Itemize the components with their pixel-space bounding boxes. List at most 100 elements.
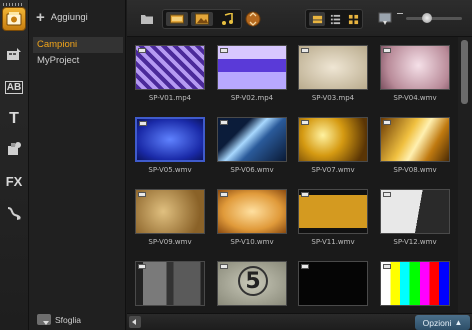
add-label: Aggiungi [50,12,88,23]
plus-icon: + [36,8,45,26]
scrollbar-thumb[interactable] [461,40,468,104]
browse-button[interactable]: Sfoglia [37,314,81,325]
thumbnail-caption: SP-V04.wmv [393,94,437,102]
video-badge-icon [138,264,146,269]
add-folder-button[interactable]: + Aggiungi [36,8,88,26]
thumbnail-image: 5 [217,261,287,306]
media-thumbnail[interactable] [298,261,368,306]
library-item-myproject[interactable]: MyProject [33,53,123,69]
thumbnail-caption: SP-V01.mp4 [148,94,192,102]
video-badge-icon [301,264,309,269]
thumbnail-image [135,45,205,90]
chevron-up-icon: ▲ [454,318,463,327]
thumbnail-caption: SP-V03.mp4 [311,94,355,102]
graphics-icon[interactable] [3,138,25,160]
media-thumbnail[interactable]: SP-V07.wmv [298,117,368,174]
thumbnail-image [217,189,287,234]
folder-icon[interactable] [139,10,155,28]
media-thumbnail[interactable]: SP-V09.wmv [135,189,205,246]
media-thumbnail[interactable]: SP-V01.mp4 [135,45,205,102]
thumbnail-caption: SP-V02.mp4 [230,94,274,102]
thumbnail-view-icon[interactable] [309,12,325,26]
thumbnail-caption: SP-V07.wmv [311,166,355,174]
thumbnail-image [298,261,368,306]
browse-icon [37,314,51,325]
browse-label: Sfoglia [55,314,81,325]
thumbnail-caption: SP-V10.wmv [230,238,274,246]
thumbnail-image [380,189,450,234]
video-filter-icon[interactable] [166,12,188,26]
zoom-slider-thumb[interactable] [422,13,433,23]
media-grid: SP-V01.mp4 SP-V02.mp4 SP-V03.mp4 SP-V04.wmv… [127,37,458,313]
photo-filter-icon[interactable] [191,12,213,26]
thumbnail-caption: SP-V08.wmv [393,166,437,174]
title-icon[interactable]: T [3,108,25,130]
thumbnail-image [135,261,205,306]
video-badge-icon [220,192,228,197]
thumbnail-caption: SP-V11.wmv [311,238,355,246]
video-badge-icon [383,264,391,269]
drag-grip[interactable] [3,3,23,6]
media-thumbnail[interactable]: SP-V10.wmv [217,189,287,246]
thumbnail-image [380,45,450,90]
grid-view-icon[interactable] [345,12,361,26]
thumbnail-image [217,45,287,90]
video-badge-icon [383,48,391,53]
video-badge-icon [220,120,228,125]
path-icon[interactable] [3,202,25,224]
media-toolbar [127,0,472,37]
media-thumbnail[interactable]: 5 [217,261,287,306]
video-badge-icon [301,48,309,53]
media-thumbnail[interactable]: SP-V04.wmv [380,45,450,102]
video-badge-icon [138,48,146,53]
media-thumbnail[interactable]: SP-V12.wmv [380,189,450,246]
video-badge-icon [220,48,228,53]
media-thumbnail[interactable]: SP-V02.mp4 [217,45,287,102]
video-badge-icon [138,192,146,197]
options-label: Opzioni [422,317,452,328]
media-filter-group [162,9,242,29]
sort-icon[interactable] [244,9,262,29]
audio-filter-icon[interactable] [216,12,238,26]
video-badge-icon [301,192,309,197]
media-thumbnail[interactable]: SP-V11.wmv [298,189,368,246]
media-icon[interactable] [3,8,25,30]
thumbnail-image [135,117,205,162]
media-thumbnail[interactable] [135,261,205,306]
bottom-bar: Opzioni ▲ [127,313,472,330]
thumbnail-caption: SP-V05.wmv [148,166,192,174]
transition-icon[interactable]: AB [3,76,25,98]
library-item-campioni[interactable]: Campioni [33,37,123,53]
video-badge-icon [383,192,391,197]
thumbnail-image [298,189,368,234]
options-button[interactable]: Opzioni ▲ [415,315,470,330]
thumbnail-image [380,117,450,162]
instant-project-icon[interactable] [3,44,25,66]
media-thumbnail[interactable]: SP-V06.wmv [217,117,287,174]
collapse-panel-button[interactable] [129,316,141,328]
zoom-slider[interactable] [406,13,462,23]
import-icon[interactable] [377,10,393,28]
media-thumbnail[interactable]: SP-V03.mp4 [298,45,368,102]
video-badge-icon [383,120,391,125]
thumbnail-caption: SP-V12.wmv [393,238,437,246]
list-view-icon[interactable] [327,12,343,26]
thumbnail-image [380,261,450,306]
media-thumbnail[interactable]: SP-V05.wmv [135,117,205,174]
library-list: Campioni MyProject [33,37,123,69]
media-thumbnail[interactable]: SP-V08.wmv [380,117,450,174]
thumbnail-caption: SP-V09.wmv [148,238,192,246]
vertical-scrollbar[interactable] [458,37,472,313]
video-badge-icon [301,120,309,125]
video-badge-icon [220,264,228,269]
countdown-number: 5 [238,266,268,296]
zoom-out-icon[interactable] [397,13,403,14]
thumbnail-image [298,45,368,90]
thumbnail-caption: SP-V06.wmv [230,166,274,174]
thumbnail-image [298,117,368,162]
thumbnail-image [135,189,205,234]
media-thumbnail[interactable] [380,261,450,306]
library-panel: + Aggiungi Campioni MyProject Sfoglia [29,0,126,330]
video-badge-icon [139,121,147,126]
filter-icon[interactable]: FX [3,170,25,192]
